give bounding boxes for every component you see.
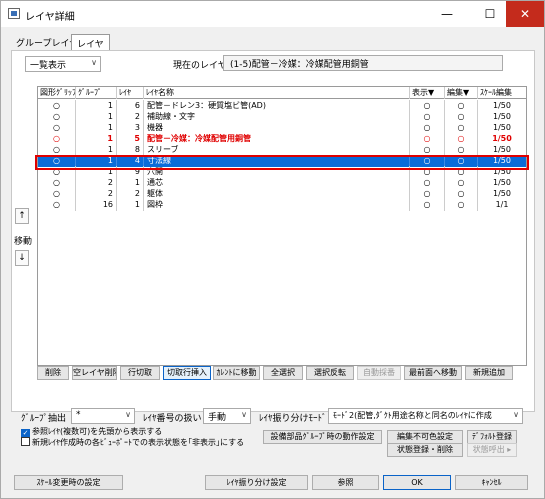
title-bar: レイヤ詳細 — ☐ ✕ (1, 1, 544, 27)
move-up-button[interactable]: ↑ (15, 208, 29, 224)
delete-empty-layer-button[interactable]: 空レイヤ削除 (72, 366, 117, 380)
window-title: レイヤ詳細 (25, 12, 75, 23)
layer-number-label: ﾚｲﾔ番号の扱い (143, 414, 202, 424)
group-extract-select[interactable]: * ∨ (71, 408, 135, 424)
cell-display[interactable]: ○ (410, 199, 445, 211)
minimize-button[interactable]: — (428, 1, 466, 27)
maximize-button[interactable]: ☐ (471, 1, 509, 27)
auto-number-button[interactable]: 自動採番 (357, 366, 401, 380)
layer-split-mode-label: ﾚｲﾔ振り分けﾓｰﾄﾞ (259, 414, 327, 424)
cell-edit[interactable]: ○ (445, 199, 478, 211)
layer-split-settings-button[interactable]: ﾚｲﾔ振り分け設定 (205, 475, 308, 490)
selected-row-highlight (35, 155, 529, 170)
select-all-button[interactable]: 全選択 (263, 366, 303, 380)
move-label: 移動 (14, 237, 33, 247)
move-down-button[interactable]: ↓ (15, 250, 29, 266)
move-to-current-button[interactable]: ｶﾚﾝﾄに移動 (213, 366, 260, 380)
scale-change-settings-button[interactable]: ｽｹｰﾙ変更時の設定 (14, 475, 123, 490)
ok-button[interactable]: OK (383, 475, 451, 490)
default-register-button[interactable]: ﾃﾞﾌｫﾙﾄ登録 (467, 430, 517, 444)
layer-detail-window: レイヤ詳細 — ☐ ✕ グループレイヤ レイヤ 一覧表示 ∨ 現在のレイヤ (1-… (0, 0, 545, 499)
cell-layer[interactable]: 1 (117, 199, 144, 211)
insert-cut-row-button[interactable]: 切取行挿入 (163, 366, 211, 380)
current-layer-value: (1-5)配管－冷媒：冷媒配管用銅管 (223, 55, 503, 71)
state-register-delete-button[interactable]: 状態登録・削除 (387, 443, 463, 457)
grid-header: 図形ｸﾞﾘｯﾌﾟ ｸﾞﾙｰﾌﾟ ﾚｲﾔ ﾚｲﾔ名称 表示▼ 編集▼ ｽｹｰﾙ編集 (38, 87, 526, 99)
cell-scale[interactable]: 1/1 (478, 199, 526, 211)
col-header-scale[interactable]: ｽｹｰﾙ編集 (478, 87, 526, 99)
close-button[interactable]: ✕ (506, 1, 544, 27)
cell-group[interactable]: 16 (76, 199, 117, 211)
col-header-name[interactable]: ﾚｲﾔ名称 (144, 87, 410, 99)
new-layer-hidden-checkbox[interactable]: 新規ﾚｲﾔ作成時の各ﾋﾞｭｰﾎﾟｰﾄでの表示状態を｢非表示｣にする (21, 437, 244, 448)
cell-figure[interactable]: ○ (38, 199, 76, 211)
invert-selection-button[interactable]: 選択反転 (306, 366, 354, 380)
tab-layer[interactable]: レイヤ (71, 34, 110, 51)
bring-to-front-button[interactable]: 最前面へ移動 (404, 366, 462, 380)
chevron-down-icon: ∨ (91, 58, 97, 67)
col-header-figure[interactable]: 図形ｸﾞﾘｯﾌﾟ (38, 87, 76, 99)
app-icon (8, 8, 20, 19)
col-header-display[interactable]: 表示▼ (410, 87, 445, 99)
layer-number-select[interactable]: 手動 ∨ (203, 408, 251, 424)
chevron-down-icon: ∨ (513, 410, 519, 419)
view-mode-select[interactable]: 一覧表示 ∨ (25, 56, 101, 72)
chevron-down-icon: ∨ (125, 410, 131, 419)
current-layer-label: 現在のレイヤ (173, 61, 227, 71)
layer-split-mode-select[interactable]: ﾓｰﾄﾞ2(配管,ﾀﾞｸﾄ用途名称と同名のﾚｲﾔに作成 ∨ (328, 408, 523, 424)
add-new-button[interactable]: 新規追加 (465, 366, 513, 380)
table-row[interactable]: ○ 16 1 図枠 ○ ○ 1/1 (38, 199, 526, 211)
uneditable-color-button[interactable]: 編集不可色設定 (387, 430, 463, 444)
state-recall-button[interactable]: 状態呼出 ▸ (467, 443, 517, 457)
group-extract-label: ｸﾞﾙｰﾌﾟ抽出 (21, 414, 67, 424)
cell-name[interactable]: 図枠 (144, 199, 410, 211)
layer-grid: 図形ｸﾞﾘｯﾌﾟ ｸﾞﾙｰﾌﾟ ﾚｲﾔ ﾚｲﾔ名称 表示▼ 編集▼ ｽｹｰﾙ編集… (37, 86, 527, 366)
delete-button[interactable]: 削除 (37, 366, 69, 380)
chevron-down-icon: ∨ (241, 410, 247, 419)
cancel-button[interactable]: ｷｬﾝｾﾙ (455, 475, 528, 490)
col-header-layer[interactable]: ﾚｲﾔ (117, 87, 144, 99)
col-header-edit[interactable]: 編集▼ (445, 87, 478, 99)
reference-button[interactable]: 参照 (312, 475, 379, 490)
cut-row-button[interactable]: 行切取 (120, 366, 160, 380)
equipment-group-action-button[interactable]: 設備部品ｸﾞﾙｰﾌﾟ時の動作設定 (263, 430, 382, 444)
col-header-group[interactable]: ｸﾞﾙｰﾌﾟ (76, 87, 117, 99)
